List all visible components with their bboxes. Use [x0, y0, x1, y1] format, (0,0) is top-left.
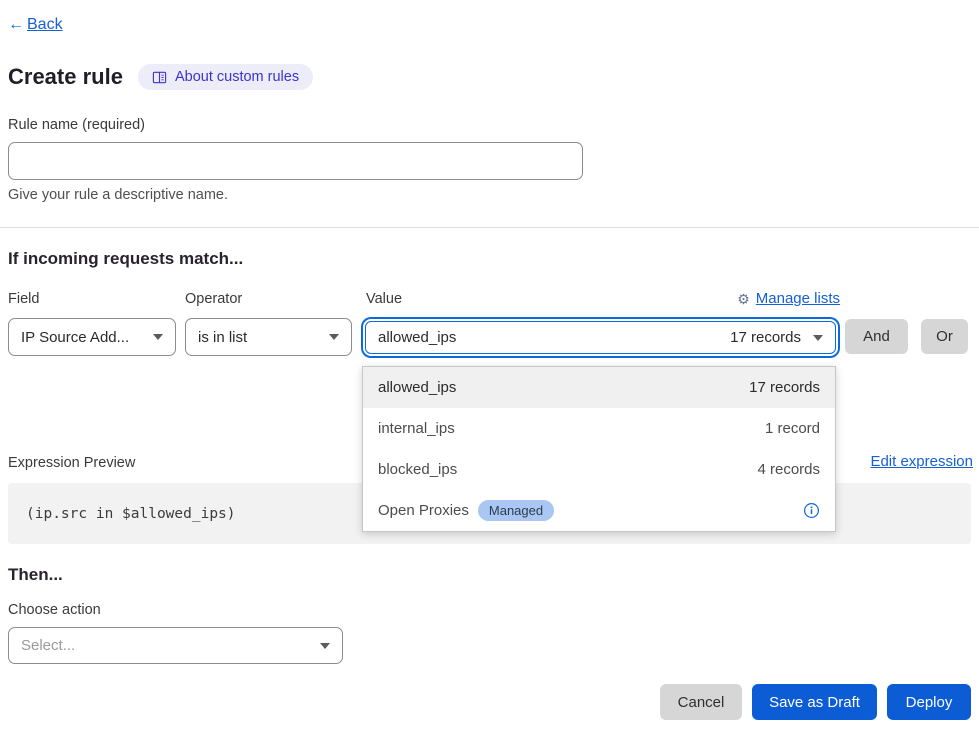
section-divider	[0, 227, 979, 228]
choose-action-label: Choose action	[8, 602, 101, 618]
left-arrow-icon: ←	[8, 16, 24, 34]
rule-name-input[interactable]	[8, 142, 583, 180]
option-name: Open Proxies	[378, 502, 469, 519]
operator-label: Operator	[185, 291, 242, 307]
rule-name-label: Rule name (required)	[8, 117, 145, 133]
option-name: allowed_ips	[378, 379, 456, 396]
dropdown-option-allowed-ips[interactable]: allowed_ips 17 records	[363, 367, 835, 408]
managed-badge: Managed	[478, 500, 554, 521]
expression-code: (ip.src in $allowed_ips)	[26, 506, 236, 522]
operator-select-value: is in list	[198, 329, 247, 346]
or-button[interactable]: Or	[921, 319, 968, 354]
value-select-value: allowed_ips	[378, 329, 456, 346]
save-as-draft-button[interactable]: Save as Draft	[752, 684, 877, 720]
value-label: Value	[366, 291, 402, 307]
deploy-button[interactable]: Deploy	[887, 684, 971, 720]
match-section-heading: If incoming requests match...	[8, 249, 243, 269]
field-label: Field	[8, 291, 39, 307]
create-rule-page: ← Back Create rule About custom rules Ru…	[0, 0, 979, 739]
about-custom-rules-label: About custom rules	[175, 69, 299, 85]
chevron-down-icon	[153, 334, 163, 340]
back-link-label: Back	[27, 16, 63, 34]
action-select-placeholder: Select...	[21, 637, 75, 654]
cancel-button[interactable]: Cancel	[660, 684, 742, 720]
book-icon	[152, 70, 167, 85]
manage-lists-link[interactable]: ⚙ Manage lists	[737, 290, 840, 307]
chevron-down-icon	[329, 334, 339, 340]
action-select[interactable]: Select...	[8, 627, 343, 664]
rule-name-helper: Give your rule a descriptive name.	[8, 187, 228, 203]
then-section-heading: Then...	[8, 565, 63, 585]
chevron-down-icon	[320, 643, 330, 649]
option-name: internal_ips	[378, 420, 455, 437]
value-dropdown-panel: allowed_ips 17 records internal_ips 1 re…	[362, 366, 836, 532]
gear-icon: ⚙	[737, 292, 750, 306]
dropdown-option-open-proxies[interactable]: Open Proxies Managed	[363, 490, 835, 531]
and-button[interactable]: And	[845, 319, 908, 354]
page-title: Create rule	[8, 64, 123, 90]
chevron-down-icon	[813, 335, 823, 341]
operator-select[interactable]: is in list	[185, 318, 352, 356]
dropdown-option-internal-ips[interactable]: internal_ips 1 record	[363, 408, 835, 449]
dropdown-option-blocked-ips[interactable]: blocked_ips 4 records	[363, 449, 835, 490]
value-select[interactable]: allowed_ips 17 records	[365, 321, 836, 354]
option-name: blocked_ips	[378, 461, 457, 478]
edit-expression-link[interactable]: Edit expression	[870, 453, 973, 470]
manage-lists-label: Manage lists	[756, 290, 840, 307]
back-link[interactable]: ← Back	[8, 16, 63, 34]
title-row: Create rule About custom rules	[8, 64, 313, 90]
about-custom-rules-link[interactable]: About custom rules	[138, 64, 313, 90]
info-icon[interactable]	[803, 502, 820, 519]
field-select-value: IP Source Add...	[21, 329, 129, 346]
field-select[interactable]: IP Source Add...	[8, 318, 176, 356]
option-record-count: 1 record	[765, 420, 820, 437]
expression-preview-label: Expression Preview	[8, 455, 135, 471]
option-record-count: 4 records	[757, 461, 820, 478]
value-select-record-count: 17 records	[730, 329, 801, 346]
option-record-count: 17 records	[749, 379, 820, 396]
